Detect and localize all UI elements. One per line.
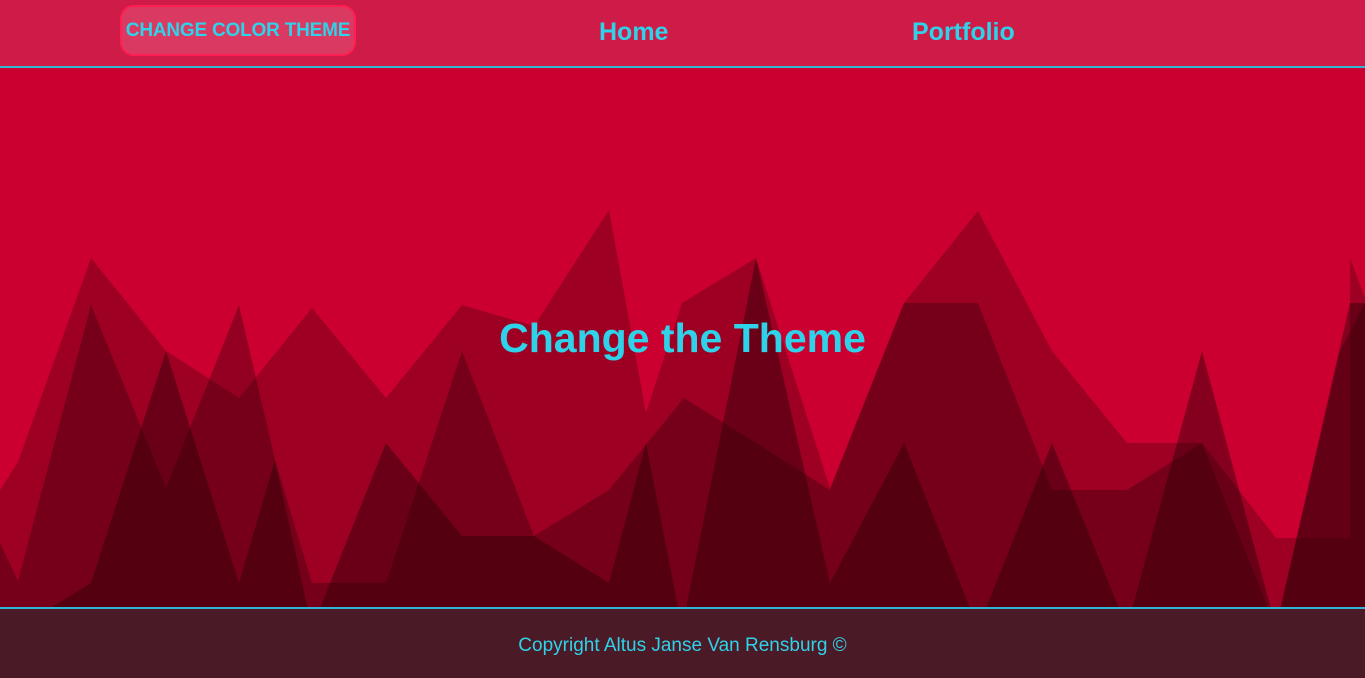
footer: Copyright Altus Janse Van Rensburg © [0,607,1365,678]
nav-link-portfolio[interactable]: Portfolio [912,14,1015,50]
hero-title: Change the Theme [499,315,866,361]
copyright-text: Copyright Altus Janse Van Rensburg © [518,635,847,656]
page: CHANGE COLOR THEME Home Portfolio Change… [0,0,1365,678]
nav-link-home[interactable]: Home [599,14,668,50]
change-color-theme-button[interactable]: CHANGE COLOR THEME [120,5,356,56]
navbar: CHANGE COLOR THEME Home Portfolio [0,0,1365,68]
